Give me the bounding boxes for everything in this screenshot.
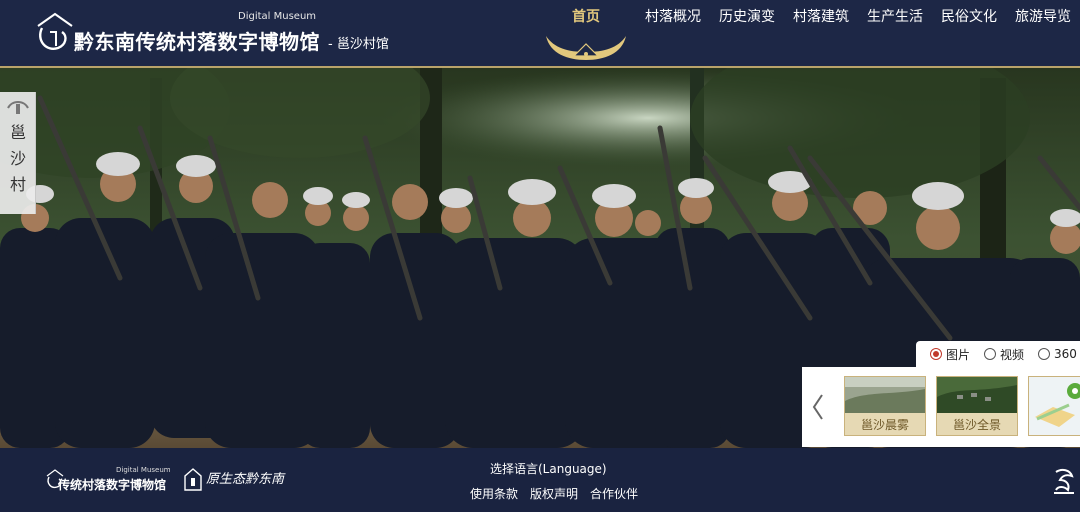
village-name: - 邕沙村馆: [328, 37, 389, 52]
terms-link[interactable]: 使用条款: [470, 485, 518, 502]
footer-digital-museum-label: Digital Museum: [116, 466, 171, 474]
footer-logo-title: 传统村落数字博物馆: [58, 478, 167, 492]
partner-name: 原生态黔东南: [206, 472, 285, 487]
village-side-tab-label: 邕沙村: [9, 123, 26, 194]
nav-folk-culture[interactable]: 民俗文化: [932, 0, 1006, 66]
site-header: Digital Museum 黔东南传统村落数字博物馆 - 邕沙村馆 首页 村落…: [0, 0, 1080, 68]
horn-ornament-icon: [546, 36, 626, 60]
hero-slideshow[interactable]: 邕沙村 图片 视频 360 邕沙晨雾 邕沙全景: [0, 68, 1080, 448]
map-pin-icon: [1029, 377, 1080, 435]
museum-logo-icon: [37, 12, 73, 50]
main-nav: 首页 村落概况 历史演变 村落建筑 生产生活 民俗文化 旅游导览: [536, 0, 1080, 66]
site-footer: Digital Museum 传统村落数字博物馆 原生态黔东南 选择语言(Lan…: [0, 448, 1080, 512]
thumbnail-map[interactable]: [1028, 376, 1080, 436]
media-option-label: 图片: [946, 347, 971, 362]
corner-logo-icon[interactable]: [1052, 466, 1076, 496]
nav-production-life[interactable]: 生产生活: [858, 0, 932, 66]
nav-village-overview[interactable]: 村落概况: [636, 0, 710, 66]
site-title: 黔东南传统村落数字博物馆: [74, 30, 320, 54]
radio-selected: [930, 348, 942, 360]
media-option-video[interactable]: 视频: [984, 346, 1024, 363]
nav-tourism-guide[interactable]: 旅游导览: [1006, 0, 1080, 66]
thumbnail-strip: 邕沙晨雾 邕沙全景: [802, 367, 1080, 447]
partners-link[interactable]: 合作伙伴: [590, 485, 638, 502]
nav-home[interactable]: 首页: [544, 0, 628, 66]
media-option-photos[interactable]: 图片: [930, 346, 970, 363]
thumbnail-morning-fog[interactable]: 邕沙晨雾: [844, 376, 926, 436]
thumbnail-image: [937, 377, 1017, 413]
partner-logo-icon: [184, 468, 202, 491]
thumbnail-image: [845, 377, 925, 413]
radio-unselected: [984, 348, 997, 360]
nav-architecture[interactable]: 村落建筑: [784, 0, 858, 66]
thumbnail-label: 邕沙全景: [952, 418, 1001, 432]
page: Digital Museum 黔东南传统村落数字博物馆 - 邕沙村馆 首页 村落…: [0, 0, 1080, 512]
thumbnail-panorama[interactable]: 邕沙全景: [936, 376, 1018, 436]
nav-history[interactable]: 历史演变: [710, 0, 784, 66]
radio-unselected: [1038, 348, 1051, 360]
nav-label: 首页: [572, 9, 600, 25]
museum-logo-icon: [7, 101, 29, 114]
thumbnail-label: 邕沙晨雾: [860, 418, 909, 432]
media-option-label: 视频: [1000, 347, 1025, 362]
partner-logo[interactable]: 原生态黔东南: [184, 464, 304, 496]
village-side-tab[interactable]: 邕沙村: [0, 92, 36, 214]
digital-museum-label: Digital Museum: [238, 11, 317, 22]
language-selector[interactable]: 选择语言(Language): [490, 460, 607, 477]
media-option-360[interactable]: 360: [1038, 347, 1077, 361]
site-logo[interactable]: Digital Museum 黔东南传统村落数字博物馆 - 邕沙村馆: [32, 8, 412, 60]
copyright-link[interactable]: 版权声明: [530, 485, 578, 502]
media-option-label: 360: [1054, 347, 1077, 361]
media-type-toggle: 图片 视频 360: [916, 341, 1080, 367]
chevron-left-icon[interactable]: [808, 389, 828, 425]
footer-links: 使用条款 版权声明 合作伙伴: [470, 485, 638, 502]
footer-logo[interactable]: Digital Museum 传统村落数字博物馆: [44, 466, 174, 496]
